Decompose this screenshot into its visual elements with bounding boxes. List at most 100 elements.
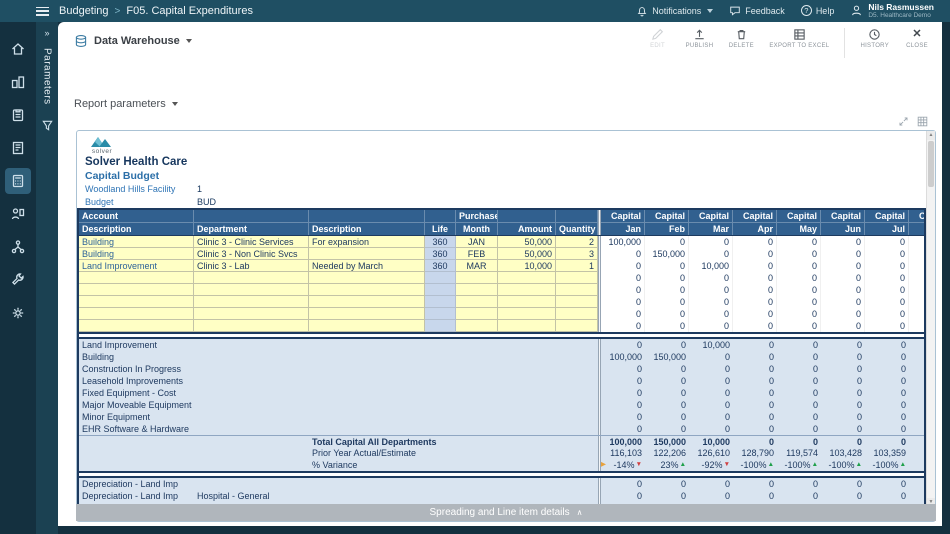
cell-amount[interactable]: [498, 272, 556, 284]
cell-department[interactable]: Clinic 3 - Non Clinic Svcs: [194, 248, 309, 260]
cell-month-value: 0: [821, 284, 865, 296]
notifications-button[interactable]: Notifications: [636, 5, 714, 17]
data-source-dropdown[interactable]: Data Warehouse: [74, 34, 192, 48]
breadcrumb-app[interactable]: Budgeting: [59, 5, 109, 17]
sidebar-item-workflow[interactable]: [5, 234, 31, 260]
cell-department[interactable]: [194, 320, 309, 332]
cell-month-value: 0: [689, 236, 733, 248]
report-grid-icon[interactable]: [917, 116, 928, 127]
summary-label: Major Moveable Equipment: [82, 400, 192, 410]
close-button[interactable]: ✕ CLOSE: [904, 28, 930, 49]
cell-quantity[interactable]: [556, 284, 598, 296]
cell-description[interactable]: For expansion: [309, 236, 425, 248]
cell-description[interactable]: [309, 308, 425, 320]
user-menu[interactable]: Nils Rasmussen D5. Healthcare Demo: [850, 2, 934, 19]
cell-amount[interactable]: [498, 320, 556, 332]
cell-account-description[interactable]: [79, 320, 194, 332]
cell-account-description[interactable]: [79, 272, 194, 284]
cell-account-description[interactable]: [79, 296, 194, 308]
cell-department[interactable]: [194, 308, 309, 320]
cell-purchase-month[interactable]: MAR: [456, 260, 498, 272]
cell-quantity[interactable]: [556, 320, 598, 332]
menu-icon[interactable]: [36, 6, 49, 16]
cell-department[interactable]: [194, 272, 309, 284]
home-icon: [12, 43, 24, 55]
cell-account-description[interactable]: Building: [79, 248, 194, 260]
cell-month-value: 0: [733, 320, 777, 332]
spreading-details-expander[interactable]: Spreading and Line item details ∧: [76, 504, 936, 521]
cell-description[interactable]: [309, 248, 425, 260]
history-button[interactable]: HISTORY: [860, 28, 889, 49]
cell-account-description[interactable]: [79, 308, 194, 320]
report-vertical-scrollbar[interactable]: ▲ ▼: [926, 131, 935, 507]
cell-account-description[interactable]: [79, 284, 194, 296]
cell-purchase-month[interactable]: [456, 320, 498, 332]
publish-button[interactable]: PUBLISH: [686, 28, 714, 49]
export-to-excel-button[interactable]: EXPORT TO EXCEL: [769, 28, 829, 49]
sidebar-item-reports[interactable]: [5, 135, 31, 161]
sidebar-item-tasks[interactable]: [5, 102, 31, 128]
sidebar-item-budgeting[interactable]: [5, 168, 31, 194]
cell-purchase-month[interactable]: [456, 308, 498, 320]
cell-month-value: 0: [900, 376, 906, 386]
cell-month-value: 0: [812, 479, 818, 489]
cell-department[interactable]: Clinic 3 - Lab: [194, 260, 309, 272]
cell-amount[interactable]: [498, 296, 556, 308]
cell-amount[interactable]: 50,000: [498, 236, 556, 248]
cell-department[interactable]: [194, 284, 309, 296]
feedback-button[interactable]: Feedback: [729, 5, 785, 17]
sidebar-item-home[interactable]: [5, 36, 31, 62]
help-button[interactable]: ? Help: [800, 5, 834, 17]
cell-quantity[interactable]: [556, 272, 598, 284]
cell-quantity[interactable]: 3: [556, 248, 598, 260]
cell-department[interactable]: Clinic 3 - Clinic Services: [194, 236, 309, 248]
cell-amount[interactable]: [498, 308, 556, 320]
delete-button[interactable]: DELETE: [728, 28, 754, 49]
report-parameters-dropdown[interactable]: Report parameters: [74, 98, 178, 110]
gear-icon: [12, 307, 24, 319]
input-row: 0 0 0 0 0 0 0: [79, 284, 924, 296]
cell-month-value: 0: [856, 364, 862, 374]
cell-quantity[interactable]: 2: [556, 236, 598, 248]
expand-parameters-icon[interactable]: »: [44, 28, 49, 38]
grid-header-groups: Account Purchase Capital Capital Capital Ca…: [79, 210, 924, 223]
capital-group-header: Capital: [909, 210, 924, 223]
cell-quantity[interactable]: [556, 308, 598, 320]
cell-month-value: 0: [856, 340, 862, 350]
chevron-down-icon: [171, 102, 178, 106]
cell-purchase-month[interactable]: [456, 272, 498, 284]
filter-icon: [41, 119, 54, 137]
sidebar-item-settings[interactable]: [5, 300, 31, 326]
breadcrumb-page: F05. Capital Expenditures: [126, 5, 253, 17]
cell-quantity[interactable]: [556, 296, 598, 308]
cell-account-description[interactable]: Land Improvement: [79, 260, 194, 272]
cell-department[interactable]: [194, 296, 309, 308]
cell-description[interactable]: Needed by March: [309, 260, 425, 272]
cell-description[interactable]: [309, 320, 425, 332]
scroll-up-icon[interactable]: ▲: [927, 131, 935, 140]
vertical-scroll-thumb[interactable]: [928, 141, 934, 187]
cell-description[interactable]: [309, 284, 425, 296]
cell-quantity[interactable]: 1: [556, 260, 598, 272]
sidebar-item-organization[interactable]: [5, 69, 31, 95]
cell-month-value: 0: [601, 272, 645, 284]
cell-amount[interactable]: 10,000: [498, 260, 556, 272]
cell-amount[interactable]: 50,000: [498, 248, 556, 260]
close-icon: ✕: [912, 28, 922, 40]
cell-month-value: 0: [900, 352, 906, 362]
cell-purchase-month[interactable]: JAN: [456, 236, 498, 248]
cell-purchase-month[interactable]: [456, 284, 498, 296]
cell-month-value: 0: [724, 491, 730, 501]
summary-row: Construction In Progress 0 0 0 0 0 0 0: [79, 363, 924, 375]
sidebar-item-assignments[interactable]: [5, 201, 31, 227]
edit-button: EDIT: [645, 28, 671, 49]
cell-purchase-month[interactable]: FEB: [456, 248, 498, 260]
cell-account-description[interactable]: Building: [79, 236, 194, 248]
sidebar-item-admin-tools[interactable]: [5, 267, 31, 293]
cell-description[interactable]: [309, 272, 425, 284]
cell-description[interactable]: [309, 296, 425, 308]
parameters-panel-collapsed[interactable]: » Parameters: [36, 22, 58, 534]
maximize-report-icon[interactable]: [898, 116, 909, 127]
cell-amount[interactable]: [498, 284, 556, 296]
cell-purchase-month[interactable]: [456, 296, 498, 308]
